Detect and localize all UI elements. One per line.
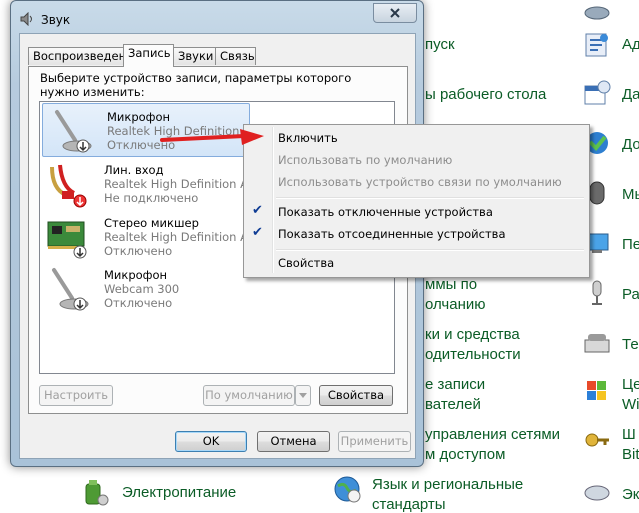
cp-right-label-1[interactable]: Да [622, 86, 639, 103]
check-icon: ✔ [252, 203, 263, 218]
menu-separator [276, 197, 584, 199]
cp-link-autoplay[interactable]: пуск [425, 36, 455, 53]
device-context-menu: Включить Использовать по умолчанию Испол… [243, 124, 590, 278]
microphone-icon [52, 268, 89, 311]
admin-tools-icon [585, 33, 608, 57]
ok-button[interactable]: OK [175, 431, 247, 452]
menu-gutter [272, 127, 274, 273]
window-title: Звук [41, 13, 71, 27]
device-driver: Realtek High Definition Au [104, 177, 256, 191]
tab-recording[interactable]: Запись [123, 44, 174, 67]
menu-item-show-disabled[interactable]: Показать отключенные устройства [278, 205, 493, 219]
set-default-dropdown[interactable] [295, 385, 311, 406]
windows-update-icon [587, 381, 606, 400]
device-name: Лин. вход [104, 163, 164, 177]
cancel-button[interactable]: Отмена [257, 431, 330, 452]
cp-link-region-language-2[interactable]: стандарты [372, 496, 446, 513]
cp-link-network-center-2[interactable]: м доступом [425, 446, 505, 463]
device-name: Микрофон [107, 110, 171, 124]
cp-link-network-center[interactable]: управления сетями [425, 426, 560, 443]
power-options-icon [85, 480, 109, 506]
power-options-link[interactable]: Электропитание [122, 484, 236, 501]
cp-link-default-programs-2[interactable]: олчанию [425, 296, 486, 313]
apply-button[interactable]: Применить [338, 431, 411, 452]
annotation-arrow-icon [160, 129, 264, 145]
cp-right-label-4[interactable]: Пе [622, 236, 639, 253]
cp-right-label-3[interactable]: Мь [622, 186, 639, 203]
set-default-button[interactable]: По умолчанию [203, 385, 295, 406]
cp-right-label-6[interactable]: Те [622, 336, 639, 353]
cp-link-performance[interactable]: ки и средства [425, 326, 520, 343]
menu-item-enable[interactable]: Включить [278, 131, 338, 145]
close-icon [390, 8, 400, 18]
left-edge-fragment [0, 30, 10, 50]
menu-item-show-disconnected[interactable]: Показать отсоединенные устройства [278, 227, 506, 241]
title-bar[interactable]: Звук [11, 1, 423, 35]
cp-right-label-9[interactable]: Ш [622, 426, 636, 443]
chevron-down-icon [299, 393, 307, 398]
microphone-icon [55, 110, 92, 153]
cp-right-label-7[interactable]: Це [622, 376, 639, 393]
tab-playback[interactable]: Воспроизведение [28, 47, 141, 65]
cp-right-label-5[interactable]: Ра [622, 286, 639, 303]
cp-link-region-language[interactable]: Язык и региональные [372, 476, 523, 493]
device-name: Стерео микшер [104, 216, 199, 230]
sound-card-icon [47, 221, 87, 259]
tab-sounds[interactable]: Звуки [173, 47, 216, 65]
menu-item-use-default-comm[interactable]: Использовать устройство связи по умолчан… [278, 175, 562, 189]
cp-link-user-accounts-2[interactable]: вателей [425, 396, 481, 413]
device-status: Отключено [104, 296, 173, 310]
phone-modem-icon [584, 334, 610, 353]
cp-right-label-2[interactable]: До [622, 136, 639, 153]
device-name: Микрофон [104, 268, 168, 282]
cp-link-user-accounts[interactable]: е записи [425, 376, 485, 393]
properties-button[interactable]: Свойства [319, 385, 393, 406]
cp-link-default-programs[interactable]: ммы по [425, 276, 477, 293]
menu-separator [276, 249, 584, 251]
speech-mic-icon [592, 280, 602, 305]
menu-item-use-default[interactable]: Использовать по умолчанию [278, 153, 452, 167]
cp-right-label-0[interactable]: Ад [622, 36, 639, 53]
globe-clock-icon [334, 476, 361, 503]
device-status: Не подключено [104, 191, 199, 205]
menu-item-properties[interactable]: Свойства [278, 256, 334, 270]
cp-right-label-11[interactable]: Эк [622, 486, 639, 503]
cp-link-performance-2[interactable]: одительности [425, 346, 521, 363]
date-time-icon [584, 80, 611, 105]
device-status: Отключено [104, 244, 173, 258]
cp-right-label-8[interactable]: Wi [622, 396, 639, 413]
partial-top-icon [584, 6, 610, 20]
check-icon: ✔ [252, 225, 263, 240]
device-driver: Realtek High Definition Au [104, 230, 256, 244]
device-driver: Webcam 300 [104, 282, 180, 296]
speaker-icon [20, 12, 32, 26]
cp-right-label-10[interactable]: Bit [622, 446, 639, 463]
line-in-jack-icon [50, 164, 87, 208]
bitlocker-key-icon [585, 433, 609, 447]
tab-communications[interactable]: Связь [215, 47, 256, 65]
configure-button[interactable]: Настроить [39, 385, 113, 406]
close-button[interactable] [373, 3, 417, 23]
cp-link-desktop-gadgets[interactable]: ы рабочего стола [425, 86, 546, 103]
screen-icon [584, 485, 610, 501]
instruction-text: Выберите устройство записи, параметры ко… [40, 71, 352, 99]
